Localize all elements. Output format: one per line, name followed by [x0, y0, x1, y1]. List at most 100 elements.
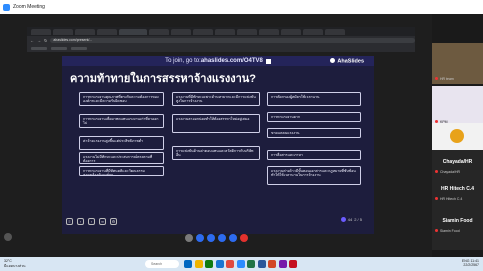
settings-icon[interactable]: ⚙ — [110, 217, 117, 225]
browser-tab[interactable] — [31, 28, 51, 35]
taskbar-search[interactable]: Search — [145, 260, 179, 268]
powerpoint-icon[interactable] — [268, 260, 276, 268]
page-counter: 2 / 5 — [354, 217, 362, 222]
participant-caption: Siamin Food — [440, 229, 460, 233]
response-count: 44 — [347, 217, 353, 222]
share-screen-icon[interactable] — [228, 233, 237, 242]
response-card: แรงงานลาออกบ่อยทำให้ต้องสรรหาใหม่อยู่เสม… — [172, 114, 260, 133]
clock-date: 22/2/2567 — [463, 263, 479, 267]
response-card: ค่าจ้างแรงงานสูงขึ้นแต่ประสิทธิภาพต่ำ — [79, 136, 164, 150]
response-card: การคัดกรองผู้สมัครใช้เวลานาน — [267, 92, 361, 106]
join-prefix: To join, go to: — [165, 58, 201, 64]
reload-icon[interactable]: ↻ — [44, 38, 47, 43]
edge-icon[interactable] — [215, 260, 224, 268]
participant-caption: Chayada/HR — [440, 170, 461, 174]
browser-tab[interactable] — [281, 28, 301, 35]
address-bar[interactable]: ahaslides.com/present/... — [50, 37, 415, 43]
participant-name: Siamin Food — [442, 218, 473, 224]
browser-tab[interactable] — [215, 28, 235, 35]
chrome-icon[interactable] — [226, 260, 234, 268]
ahaslides-mark-icon — [330, 58, 336, 63]
response-card: การหาแรงงานเพื่อมาทดแทนแรงงานเก่าที่ลาออ… — [79, 114, 164, 128]
forward-icon[interactable]: → — [37, 38, 41, 43]
browser-tab[interactable] — [149, 28, 169, 35]
participant-caption: HR Hitech C.4 — [440, 197, 463, 201]
bookmark-item[interactable] — [71, 46, 87, 50]
browser-tab-active[interactable] — [119, 28, 147, 35]
browser-tab[interactable] — [75, 28, 95, 35]
response-card: แรงงานต่างด้าวมีขั้นตอนเอกสารและกฎหมายที… — [267, 166, 361, 185]
browser-tab[interactable] — [303, 28, 323, 35]
qr-code-icon[interactable] — [265, 58, 271, 64]
search-placeholder: Search — [151, 262, 163, 266]
response-card: แรงงานที่มีทักษะเฉพาะด้านหายากและมีการแข… — [172, 92, 260, 106]
participant-tile[interactable]: Siamin Food Siamin Food — [432, 209, 483, 250]
windows-start-icon[interactable] — [184, 260, 192, 268]
response-card: แรงงานไม่มีทักษะและประสบการณ์ตรงตามที่ต้… — [79, 152, 164, 164]
responses-icon — [340, 217, 346, 222]
browser-tabs — [27, 27, 415, 36]
zoom-logo-icon — [3, 3, 10, 11]
weather-desc: มีแดดบางส่วน — [4, 264, 26, 268]
participant-panel: HR team KPM KPM Chayada/HR Chayada/HR HR… — [432, 14, 483, 257]
join-banner: To join, go to: ahaslides.com/O4TV8 — [62, 56, 374, 66]
mic-muted-icon — [435, 77, 438, 80]
back-icon[interactable]: ← — [30, 38, 34, 43]
org-logo-icon — [450, 129, 464, 143]
chat-icon[interactable] — [217, 233, 226, 242]
browser-tab[interactable] — [259, 28, 279, 35]
ahaslides-logo: AhaSlides — [330, 58, 364, 65]
presentation-slide: To join, go to: ahaslides.com/O4TV8 AhaS… — [62, 56, 374, 234]
participant-caption: HR team — [440, 77, 454, 81]
app-icon[interactable] — [278, 260, 287, 268]
app-icon[interactable] — [289, 260, 297, 268]
bookmark-item[interactable] — [31, 46, 47, 50]
participant-tile[interactable]: HR team — [432, 43, 483, 84]
browser-tab[interactable] — [325, 28, 345, 35]
participant-tile[interactable]: KPM — [432, 86, 483, 127]
file-explorer-icon[interactable] — [194, 260, 203, 268]
system-tray[interactable]: ENG 11:41 22/2/2567 — [462, 259, 479, 267]
slide-controls: ≡ ‹ › ∞ ⚙ 44 2 / 5 — [66, 213, 370, 229]
prev-slide-button[interactable]: ‹ — [77, 217, 84, 225]
video-icon[interactable] — [195, 233, 204, 242]
brand-text: AhaSlides — [337, 58, 364, 65]
app-title: Zoom Meeting — [13, 4, 45, 10]
mic-muted-icon — [435, 197, 438, 200]
response-counter: 44 2 / 5 — [340, 217, 362, 222]
participants-icon[interactable] — [206, 233, 215, 242]
mic-muted-icon — [435, 229, 438, 232]
bookmarks-bar — [27, 44, 415, 52]
response-card: ขาดแคลนแรงงาน — [267, 128, 361, 138]
word-icon[interactable] — [257, 260, 266, 268]
link-icon[interactable]: ∞ — [99, 217, 106, 225]
participant-name: HR Hitech C.4 — [440, 186, 475, 192]
mute-icon[interactable] — [184, 233, 193, 242]
zoom-app-icon[interactable] — [236, 260, 245, 268]
bookmark-item[interactable] — [51, 46, 67, 50]
join-url: ahaslides.com/O4TV8 — [200, 58, 263, 64]
menu-icon[interactable]: ≡ — [66, 217, 73, 225]
participant-name: Chayada/HR — [442, 159, 473, 165]
browser-tab[interactable] — [171, 28, 191, 35]
browser-toolbar: ← → ↻ ahaslides.com/present/... — [27, 36, 415, 44]
stop-share-icon[interactable] — [239, 233, 248, 242]
browser-tab[interactable] — [193, 28, 213, 35]
response-card: การหาแรงงานยาก — [267, 112, 361, 122]
response-card: การสื่อสารและภาษา — [267, 150, 361, 160]
slide-title: ความท้าทายในการสรรหาจ้างแรงงาน? — [70, 73, 257, 85]
browser-tab[interactable] — [97, 28, 117, 35]
app-icon[interactable] — [205, 260, 213, 268]
screen-share-controls — [0, 232, 432, 243]
weather-widget[interactable]: 32°C มีแดดบางส่วน — [4, 259, 26, 269]
browser-tab[interactable] — [53, 28, 73, 35]
taskbar-apps — [184, 260, 297, 268]
zoom-title-bar: Zoom Meeting — [0, 0, 483, 14]
mic-muted-icon — [435, 170, 438, 173]
next-slide-button[interactable]: › — [88, 217, 95, 225]
browser-tab[interactable] — [237, 28, 257, 35]
excel-icon[interactable] — [247, 260, 255, 268]
response-card: การหาแรงงานที่มีทัศนคติและวัฒนธรรมสอดคล้… — [79, 166, 164, 176]
url-text: ahaslides.com/present/... — [53, 38, 93, 42]
response-card: การแข่งขันด้านค่าตอบแทนและสวัสดิการกับบร… — [172, 146, 260, 160]
